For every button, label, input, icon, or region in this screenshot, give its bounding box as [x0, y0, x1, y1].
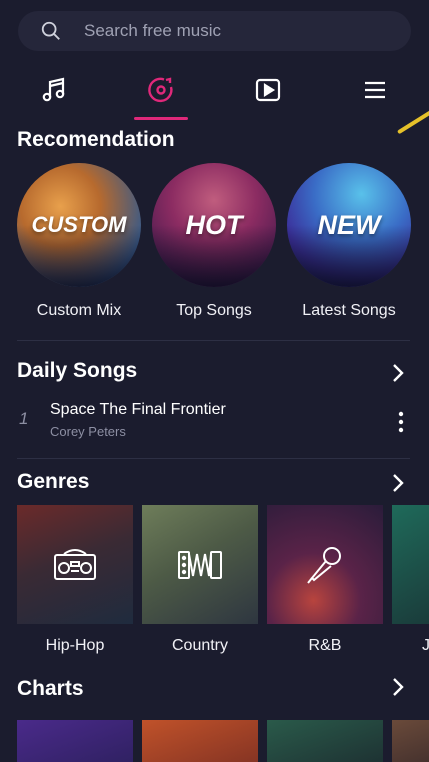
- rec-label: Latest Songs: [302, 302, 396, 319]
- charts-row: [17, 720, 429, 762]
- music-note-icon: [42, 77, 64, 102]
- genre-item-hip-hop[interactable]: Hip-Hop: [17, 505, 133, 655]
- genre-label: J: [422, 637, 429, 654]
- recommendation-row: CUSTOM Custom Mix HOT Top Songs NEW Late…: [17, 163, 429, 320]
- search-input[interactable]: [84, 21, 364, 41]
- menu-icon: [365, 81, 386, 99]
- microphone-icon: [307, 546, 341, 584]
- rec-item-latest-songs[interactable]: NEW Latest Songs: [287, 163, 411, 320]
- genres-title: Genres: [17, 470, 90, 493]
- genre-item-partial[interactable]: J: [392, 505, 429, 655]
- genres-row: Hip-Hop Country R&B J: [17, 505, 429, 655]
- genre-item-country[interactable]: Country: [142, 505, 258, 655]
- charts-title: Charts: [17, 677, 84, 700]
- chevron-right-icon[interactable]: [391, 363, 405, 383]
- tab-music[interactable]: [0, 58, 107, 122]
- search-icon: [41, 21, 60, 40]
- rec-cover-image[interactable]: NEW: [287, 163, 411, 287]
- chart-tile[interactable]: [392, 720, 429, 762]
- recommendation-title: Recomendation: [17, 128, 175, 151]
- section-divider: [17, 458, 410, 459]
- song-artist: Corey Peters: [50, 424, 126, 439]
- rec-item-top-songs[interactable]: HOT Top Songs: [152, 163, 276, 320]
- genre-label: R&B: [308, 637, 342, 654]
- song-row[interactable]: 1 Space The Final Frontier Corey Peters: [17, 397, 410, 447]
- rec-badge: HOT: [185, 209, 243, 240]
- rec-cover-image[interactable]: HOT: [152, 163, 276, 287]
- tab-discover[interactable]: [107, 58, 214, 122]
- chevron-right-icon[interactable]: [391, 677, 405, 697]
- genre-tile[interactable]: [142, 505, 258, 624]
- genre-item-rnb[interactable]: R&B: [267, 505, 383, 655]
- section-divider: [17, 340, 410, 341]
- chart-tile[interactable]: [17, 720, 133, 762]
- disc-icon: [148, 77, 173, 103]
- genre-tile[interactable]: [17, 505, 133, 624]
- more-vertical-icon[interactable]: [398, 411, 404, 433]
- tab-menu[interactable]: [322, 58, 429, 122]
- song-number: 1: [19, 409, 29, 428]
- video-play-icon: [256, 78, 281, 102]
- accordion-icon: [178, 550, 222, 579]
- top-tab-bar: [0, 58, 429, 122]
- rec-badge: NEW: [317, 209, 381, 240]
- chevron-right-icon[interactable]: [391, 473, 405, 493]
- search-bar[interactable]: [18, 11, 411, 51]
- rec-item-custom-mix[interactable]: CUSTOM Custom Mix: [17, 163, 141, 320]
- chart-tile[interactable]: [267, 720, 383, 762]
- chart-tile[interactable]: [142, 720, 258, 762]
- genre-label: Country: [171, 637, 229, 654]
- genre-tile[interactable]: [392, 505, 429, 624]
- rec-badge: CUSTOM: [31, 212, 127, 237]
- rec-label: Top Songs: [176, 302, 252, 319]
- rec-cover-image[interactable]: CUSTOM: [17, 163, 141, 287]
- boombox-icon: [54, 548, 96, 580]
- tab-video[interactable]: [215, 58, 322, 122]
- genre-tile[interactable]: [267, 505, 383, 624]
- daily-songs-title: Daily Songs: [17, 359, 138, 382]
- genre-label: Hip-Hop: [45, 637, 105, 654]
- search-field-container[interactable]: [18, 11, 411, 51]
- rec-label: Custom Mix: [36, 302, 122, 319]
- song-title: Space The Final Frontier: [50, 401, 226, 418]
